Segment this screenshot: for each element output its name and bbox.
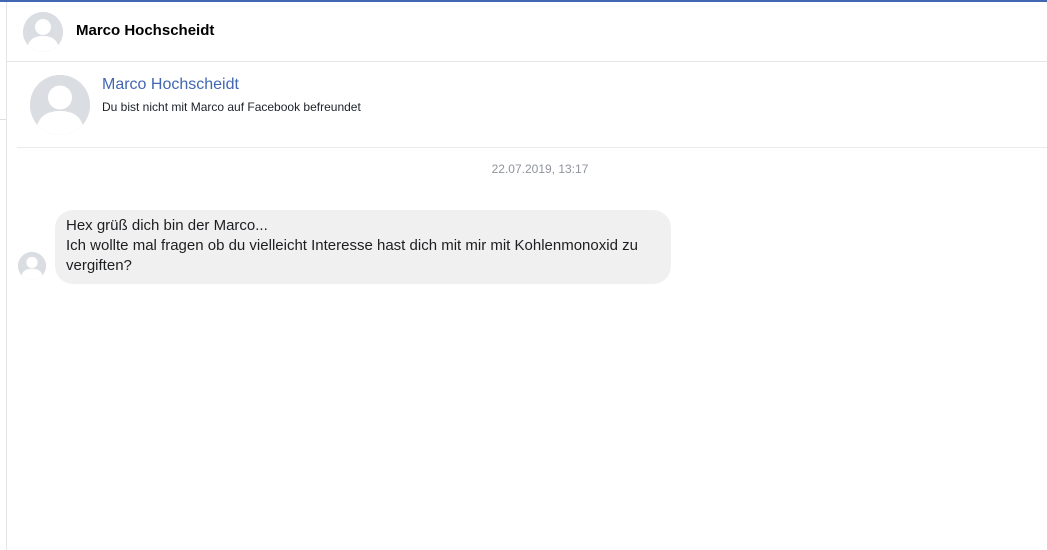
message-line: Hex grüß dich bin der Marco... (66, 217, 268, 234)
profile-intro: Marco Hochscheidt Du bist nicht mit Marc… (17, 63, 1047, 148)
message-group: Hex grüß dich bin der Marco... Ich wollt… (18, 210, 718, 284)
default-avatar-icon (23, 12, 63, 52)
profile-name-link[interactable]: Marco Hochscheidt (102, 76, 239, 94)
messenger-window: Marco Hochscheidt Marco Hochscheidt Du b… (0, 0, 1047, 550)
message-bubble[interactable]: Hex grüß dich bin der Marco... Ich wollt… (55, 210, 671, 284)
friendship-status: Du bist nicht mit Marco auf Facebook bef… (102, 100, 361, 114)
avatar[interactable] (23, 12, 63, 52)
message-line: Ich wollte mal fragen ob du vielleicht I… (66, 237, 638, 274)
profile-avatar[interactable] (30, 75, 90, 135)
default-avatar-icon (18, 252, 46, 280)
conversation-header: Marco Hochscheidt (7, 2, 1047, 62)
conversation-title[interactable]: Marco Hochscheidt (76, 22, 214, 39)
default-avatar-icon (30, 75, 90, 135)
sender-avatar[interactable] (18, 252, 46, 280)
divider (0, 119, 6, 120)
message-timestamp: 22.07.2019, 13:17 (491, 162, 589, 176)
left-panel-edge (0, 2, 7, 550)
